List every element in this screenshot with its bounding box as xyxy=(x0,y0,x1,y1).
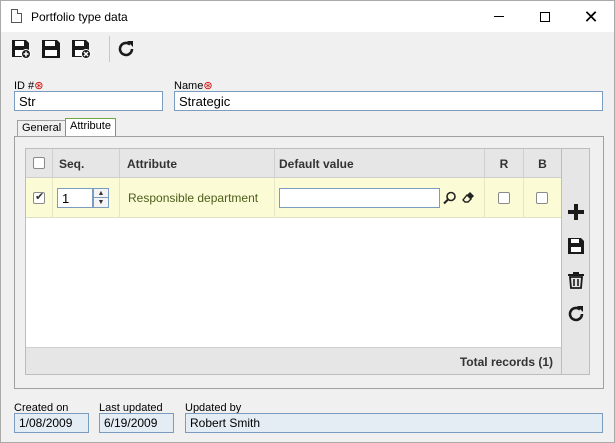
header-attribute[interactable]: Attribute xyxy=(120,149,275,178)
eraser-icon xyxy=(462,192,474,203)
header-b[interactable]: B xyxy=(524,149,561,178)
header-default-value[interactable]: Default value xyxy=(275,149,485,178)
search-button[interactable] xyxy=(441,188,459,208)
row-checkbox[interactable] xyxy=(33,190,45,204)
chevron-down-icon[interactable]: ▼ xyxy=(94,198,108,207)
tab-attribute[interactable]: Attribute xyxy=(65,118,116,136)
created-on-field: 1/08/2009 xyxy=(14,413,89,433)
delete-button[interactable] xyxy=(565,269,587,291)
trash-icon xyxy=(568,272,584,289)
header-r[interactable]: R xyxy=(485,149,524,178)
maximize-icon xyxy=(540,11,550,22)
minimize-button[interactable] xyxy=(476,1,522,32)
minimize-icon xyxy=(494,16,504,17)
b-checkbox[interactable] xyxy=(536,192,548,204)
save-and-close-button[interactable] xyxy=(70,38,92,60)
seq-input[interactable] xyxy=(57,188,93,208)
last-updated-field: 6/19/2009 xyxy=(99,413,174,433)
close-button[interactable]: ✕ xyxy=(568,1,614,32)
title-bar: Portfolio type data ✕ xyxy=(1,1,614,32)
toolbar-separator xyxy=(109,36,110,62)
clear-button[interactable] xyxy=(459,188,477,208)
name-input[interactable] xyxy=(174,91,603,111)
document-icon xyxy=(11,9,22,23)
refresh-icon xyxy=(568,306,584,322)
refresh-grid-button[interactable] xyxy=(565,303,587,325)
total-records: Total records (1) xyxy=(459,355,553,369)
save-and-new-button[interactable] xyxy=(10,38,32,60)
side-action-bar xyxy=(562,148,590,375)
row-r-cell xyxy=(485,178,524,218)
maximize-button[interactable] xyxy=(522,1,568,32)
attribute-grid: Seq. Attribute Default value R B ▲ ▼ Res… xyxy=(25,148,562,375)
search-icon xyxy=(443,191,456,205)
row-select-cell xyxy=(26,178,53,218)
table-row[interactable]: ▲ ▼ Responsible department xyxy=(26,178,561,218)
row-b-cell xyxy=(524,178,561,218)
save-row-button[interactable] xyxy=(565,235,587,257)
r-checkbox[interactable] xyxy=(498,192,510,204)
save-close-icon xyxy=(72,40,91,59)
header-seq[interactable]: Seq. xyxy=(53,149,120,178)
save-icon xyxy=(42,40,60,58)
attribute-text: Responsible department xyxy=(128,191,259,205)
grid-footer: Total records (1) xyxy=(26,347,561,374)
grid-header: Seq. Attribute Default value R B xyxy=(26,149,561,178)
add-button[interactable] xyxy=(565,201,587,223)
seq-spinner[interactable]: ▲ ▼ xyxy=(93,188,109,208)
save-new-icon xyxy=(12,40,31,59)
select-all-cell xyxy=(26,149,53,178)
tab-general[interactable]: General xyxy=(17,120,67,136)
save-icon xyxy=(568,238,584,254)
select-all-checkbox[interactable] xyxy=(33,157,45,169)
save-button[interactable] xyxy=(40,38,62,60)
chevron-up-icon[interactable]: ▲ xyxy=(94,189,108,198)
updated-by-field: Robert Smith xyxy=(185,413,603,433)
default-value-input[interactable] xyxy=(279,188,440,208)
toolbar xyxy=(1,32,614,65)
refresh-icon xyxy=(118,41,134,57)
portfolio-type-window: Portfolio type data ✕ ID #⊛ Str Name⊛ St… xyxy=(0,0,615,443)
plus-icon xyxy=(568,204,584,220)
id-input[interactable] xyxy=(14,91,163,111)
window-title: Portfolio type data xyxy=(31,10,128,24)
close-icon: ✕ xyxy=(583,6,599,27)
refresh-button[interactable] xyxy=(115,38,137,60)
